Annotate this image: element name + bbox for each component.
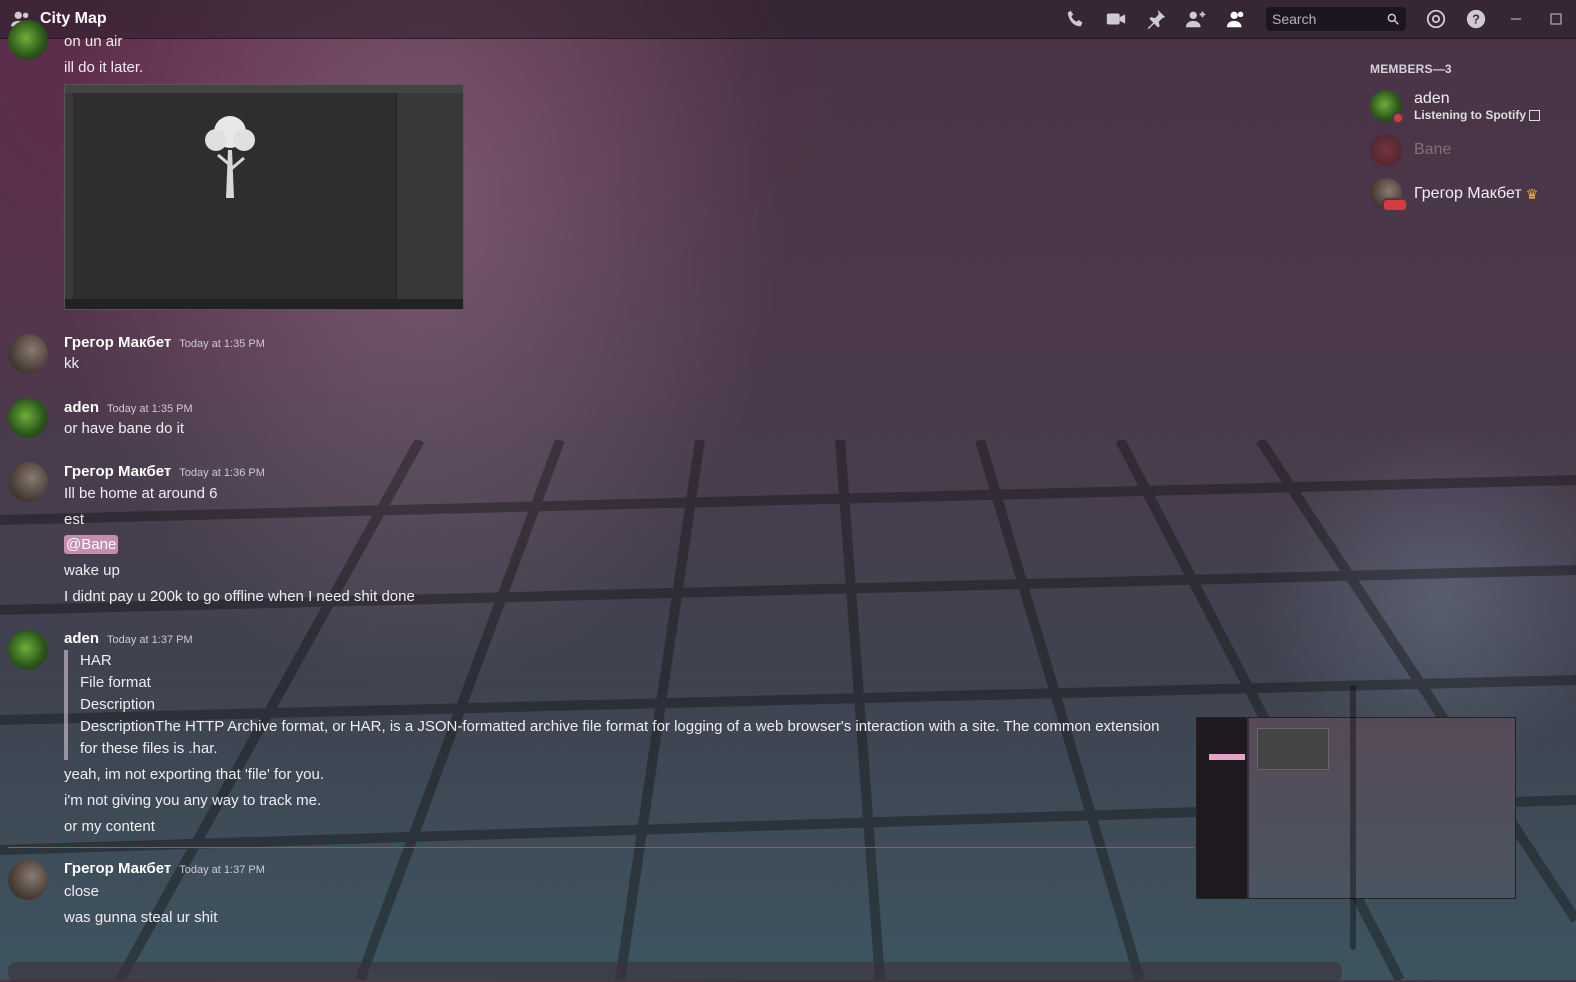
avatar [1370,178,1408,212]
user-mention[interactable]: @Bane [64,535,119,554]
member-name: aden [1414,90,1450,107]
timestamp: Today at 1:35 PM [107,403,193,415]
message-text: wake up [64,562,120,579]
svg-text:?: ? [1472,12,1480,27]
message-author[interactable]: aden Today at 1:35 PM [64,399,193,416]
avatar [1370,90,1404,124]
title-bar: City Map Search ? [0,0,1576,39]
avatar [1370,134,1402,166]
quote-line: DescriptionThe HTTP Archive format, or H… [80,718,1160,757]
search-icon [1387,13,1399,25]
member-aden[interactable]: aden Listening to Spotify [1370,84,1570,128]
avatar [8,398,48,438]
message-author[interactable]: Грегор Макбет Today at 1:35 PM [64,334,265,351]
message-text: kk [64,355,79,372]
stream-preview-thumbnail[interactable] [1196,717,1516,899]
image-attachment[interactable] [64,84,464,310]
avatar [8,334,48,374]
timestamp: Today at 1:37 PM [179,864,265,876]
dnd-status-icon [1392,112,1404,124]
member-name: Грегор Макбет [1414,185,1522,202]
message-text: or have bane do it [64,420,185,437]
new-messages-divider [8,847,1194,848]
video-call-icon[interactable] [1104,7,1128,31]
quote-line: Description [80,696,156,713]
message-text: yeah, im not exporting that 'file' for y… [64,766,325,783]
timestamp: Today at 1:36 PM [179,467,265,479]
message-text: Ill be home at around 6 [64,485,218,502]
message-author[interactable]: aden Today at 1:37 PM [64,630,193,647]
message-text: est [64,511,85,528]
member-activity: Listening to Spotify [1414,108,1541,122]
help-icon[interactable]: ? [1464,7,1488,31]
quote-line: HAR [80,652,112,669]
streaming-status-icon [1382,198,1408,212]
start-call-icon[interactable] [1064,7,1088,31]
message-text: I didnt pay u 200k to go offline when I … [64,588,415,605]
add-friend-icon[interactable] [1184,7,1208,31]
search-input[interactable]: Search [1266,7,1406,31]
avatar [8,462,48,502]
owner-crown-icon: ♛ [1525,185,1539,202]
avatar [8,20,48,60]
member-bane[interactable]: Bane [1370,128,1570,172]
rich-presence-icon [1529,110,1541,122]
timestamp: Today at 1:35 PM [179,338,265,350]
blockquote: HAR File format Description DescriptionT… [64,650,1170,760]
message-author[interactable]: Грегор Макбет Today at 1:36 PM [64,463,265,480]
mention-line: @Bane [64,535,119,554]
message-text: ill do it later. [64,59,144,76]
search-placeholder: Search [1272,11,1317,27]
quote-line: File format [80,674,151,691]
message-composer[interactable] [8,962,1342,982]
avatar [8,630,48,670]
member-name: Bane [1414,141,1452,158]
tree-model-icon [205,116,255,198]
pin-icon[interactable] [1144,7,1168,31]
message-author[interactable]: Грегор Макбет Today at 1:37 PM [64,860,265,877]
minimize-button[interactable] [1496,0,1536,38]
message-text: or my content [64,818,155,835]
members-header: MEMBERS—3 [1370,62,1452,76]
scrollbar[interactable] [1350,685,1356,950]
message-text: close [64,883,100,900]
channel-title: City Map [40,10,107,27]
mentions-icon[interactable] [1424,7,1448,31]
timestamp: Today at 1:37 PM [107,634,193,646]
maximize-button[interactable] [1536,0,1576,38]
member-list-icon[interactable] [1224,7,1248,31]
message-text: was gunna steal ur shit [64,909,218,926]
avatar [8,860,48,900]
message-text: i'm not giving you any way to track me. [64,792,322,809]
message-text: on un air [64,33,123,50]
member-gregor[interactable]: Грегор Макбет ♛ [1370,172,1570,216]
member-list: MEMBERS—3 aden Listening to Spotify Bane… [1370,62,1570,216]
